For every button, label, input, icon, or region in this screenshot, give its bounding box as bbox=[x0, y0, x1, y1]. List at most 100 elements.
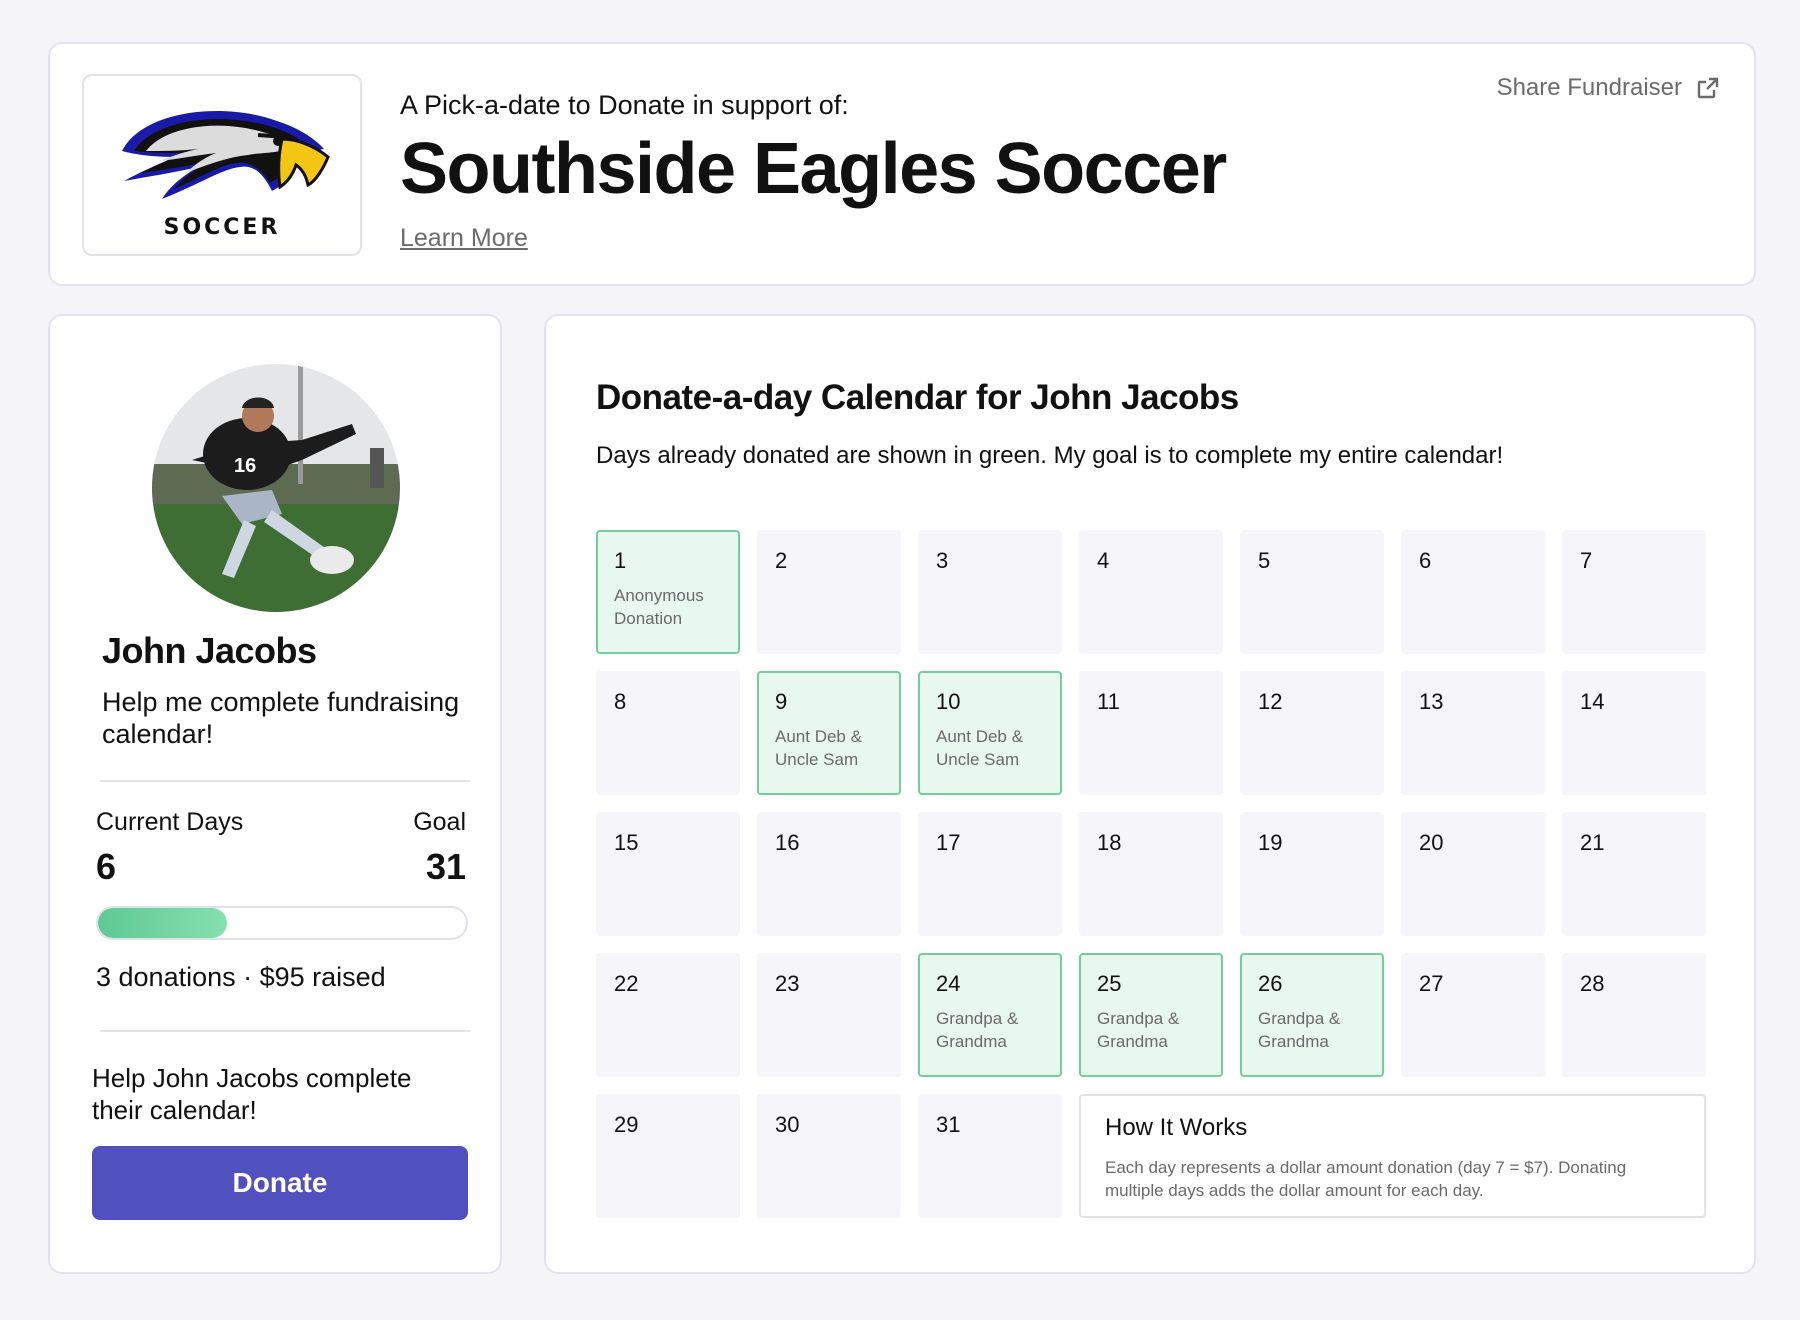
how-it-works: How It Works Each day represents a dolla… bbox=[1079, 1094, 1706, 1218]
goal-value: 31 bbox=[425, 846, 466, 887]
day-number: 1 bbox=[614, 548, 627, 573]
calendar-title: Donate-a-day Calendar for John Jacobs bbox=[596, 378, 1239, 417]
calendar-day-15[interactable]: 15 bbox=[596, 812, 740, 936]
day-number: 28 bbox=[1580, 971, 1605, 996]
donation-stats: 3 donations · $95 raised bbox=[96, 962, 386, 992]
day-number: 23 bbox=[775, 971, 800, 996]
learn-more-link[interactable]: Learn More bbox=[400, 224, 528, 253]
current-days-label: Current Days bbox=[96, 808, 244, 836]
logo-text: SOCCER bbox=[163, 214, 281, 240]
day-number: 21 bbox=[1580, 830, 1605, 855]
participant-name: John Jacobs bbox=[102, 630, 317, 671]
team-logo: SOCCER bbox=[82, 74, 362, 256]
calendar-day-4[interactable]: 4 bbox=[1079, 530, 1223, 654]
calendar-day-21[interactable]: 21 bbox=[1562, 812, 1706, 936]
calendar-day-20[interactable]: 20 bbox=[1401, 812, 1545, 936]
avatar: 16 bbox=[152, 364, 400, 612]
day-number: 7 bbox=[1580, 548, 1593, 573]
player-photo: 16 bbox=[152, 364, 400, 612]
day-number: 29 bbox=[614, 1112, 639, 1137]
day-number: 25 bbox=[1097, 971, 1122, 996]
calendar-day-12[interactable]: 12 bbox=[1240, 671, 1384, 795]
calendar-day-29[interactable]: 29 bbox=[596, 1094, 740, 1218]
calendar-day-9[interactable]: 9 Aunt Deb & Uncle Sam bbox=[757, 671, 901, 795]
day-number: 2 bbox=[775, 548, 788, 573]
calendar-day-25[interactable]: 25 Grandpa & Grandma bbox=[1079, 953, 1223, 1077]
day-donor: Aunt Deb & Uncle Sam bbox=[775, 727, 862, 769]
calendar-day-16[interactable]: 16 bbox=[757, 812, 901, 936]
day-number: 24 bbox=[936, 971, 961, 996]
calendar-day-11[interactable]: 11 bbox=[1079, 671, 1223, 795]
divider bbox=[100, 1030, 470, 1032]
calendar-day-14[interactable]: 14 bbox=[1562, 671, 1706, 795]
day-number: 9 bbox=[775, 689, 788, 714]
donate-calendar: Donate-a-day Calendar for John Jacobs Da… bbox=[544, 314, 1756, 1274]
day-number: 6 bbox=[1419, 548, 1432, 573]
calendar-day-31[interactable]: 31 bbox=[918, 1094, 1062, 1218]
day-number: 10 bbox=[936, 689, 961, 714]
day-number: 4 bbox=[1097, 548, 1110, 573]
day-number: 8 bbox=[614, 689, 627, 714]
calendar-description: Days already donated are shown in green.… bbox=[596, 442, 1504, 469]
divider bbox=[100, 780, 470, 782]
calendar-grid: 1 Anonymous Donation 2 3 4 5 6 7 8 9 Aunt Deb & Un… bbox=[596, 530, 1706, 1218]
calendar-day-18[interactable]: 18 bbox=[1079, 812, 1223, 936]
share-fundraiser-button[interactable]: Share Fundraiser bbox=[1497, 74, 1720, 102]
calendar-day-7[interactable]: 7 bbox=[1562, 530, 1706, 654]
day-number: 18 bbox=[1097, 830, 1122, 855]
progress-bar bbox=[96, 906, 468, 940]
calendar-day-30[interactable]: 30 bbox=[757, 1094, 901, 1218]
calendar-day-13[interactable]: 13 bbox=[1401, 671, 1545, 795]
calendar-day-27[interactable]: 27 bbox=[1401, 953, 1545, 1077]
calendar-day-10[interactable]: 10 Aunt Deb & Uncle Sam bbox=[918, 671, 1062, 795]
day-donor: Grandpa & Grandma bbox=[936, 1009, 1019, 1051]
participant-tagline: Help me complete fundraising calendar! bbox=[102, 687, 460, 749]
day-number: 11 bbox=[1097, 689, 1120, 714]
day-number: 14 bbox=[1580, 689, 1605, 714]
day-number: 19 bbox=[1258, 830, 1283, 855]
calendar-day-24[interactable]: 24 Grandpa & Grandma bbox=[918, 953, 1062, 1077]
calendar-day-8[interactable]: 8 bbox=[596, 671, 740, 795]
day-donor: Grandpa & Grandma bbox=[1258, 1009, 1341, 1051]
help-text: Help John Jacobs complete their calendar… bbox=[92, 1063, 412, 1125]
goal-label: Goal bbox=[413, 808, 466, 836]
day-number: 22 bbox=[614, 971, 639, 996]
calendar-day-2[interactable]: 2 bbox=[757, 530, 901, 654]
calendar-day-3[interactable]: 3 bbox=[918, 530, 1062, 654]
day-number: 17 bbox=[936, 830, 961, 855]
day-number: 30 bbox=[775, 1112, 800, 1137]
day-donor: Anonymous Donation bbox=[614, 586, 704, 628]
calendar-day-26[interactable]: 26 Grandpa & Grandma bbox=[1240, 953, 1384, 1077]
day-number: 12 bbox=[1258, 689, 1283, 714]
day-number: 20 bbox=[1419, 830, 1444, 855]
current-days-value: 6 bbox=[96, 846, 117, 887]
day-number: 3 bbox=[936, 548, 949, 573]
calendar-day-23[interactable]: 23 bbox=[757, 953, 901, 1077]
day-number: 31 bbox=[936, 1112, 961, 1137]
how-it-works-title: How It Works bbox=[1105, 1114, 1248, 1141]
day-number: 16 bbox=[775, 830, 800, 855]
calendar-day-28[interactable]: 28 bbox=[1562, 953, 1706, 1077]
header-subtitle: A Pick-a-date to Donate in support of: bbox=[400, 90, 849, 120]
share-label: Share Fundraiser bbox=[1496, 74, 1682, 101]
page-title: Southside Eagles Soccer bbox=[400, 129, 1227, 209]
participant-card: 16 John Jacobs Help me complete fundrais… bbox=[48, 314, 502, 1274]
day-donor: Aunt Deb & Uncle Sam bbox=[936, 727, 1023, 769]
day-number: 27 bbox=[1419, 971, 1444, 996]
external-link-icon bbox=[1697, 77, 1719, 99]
fundraiser-header: SOCCER A Pick-a-date to Donate in suppor… bbox=[48, 42, 1756, 286]
day-donor: Grandpa & Grandma bbox=[1097, 1009, 1180, 1051]
day-number: 15 bbox=[614, 830, 639, 855]
day-number: 13 bbox=[1419, 689, 1444, 714]
svg-text:16: 16 bbox=[234, 455, 256, 477]
calendar-day-19[interactable]: 19 bbox=[1240, 812, 1384, 936]
donate-button[interactable]: Donate bbox=[92, 1146, 468, 1220]
calendar-day-5[interactable]: 5 bbox=[1240, 530, 1384, 654]
calendar-day-17[interactable]: 17 bbox=[918, 812, 1062, 936]
progress-fill bbox=[98, 908, 227, 938]
calendar-day-6[interactable]: 6 bbox=[1401, 530, 1545, 654]
calendar-day-1[interactable]: 1 Anonymous Donation bbox=[596, 530, 740, 654]
calendar-day-22[interactable]: 22 bbox=[596, 953, 740, 1077]
eagle-logo-icon bbox=[122, 110, 330, 199]
day-number: 26 bbox=[1258, 971, 1283, 996]
